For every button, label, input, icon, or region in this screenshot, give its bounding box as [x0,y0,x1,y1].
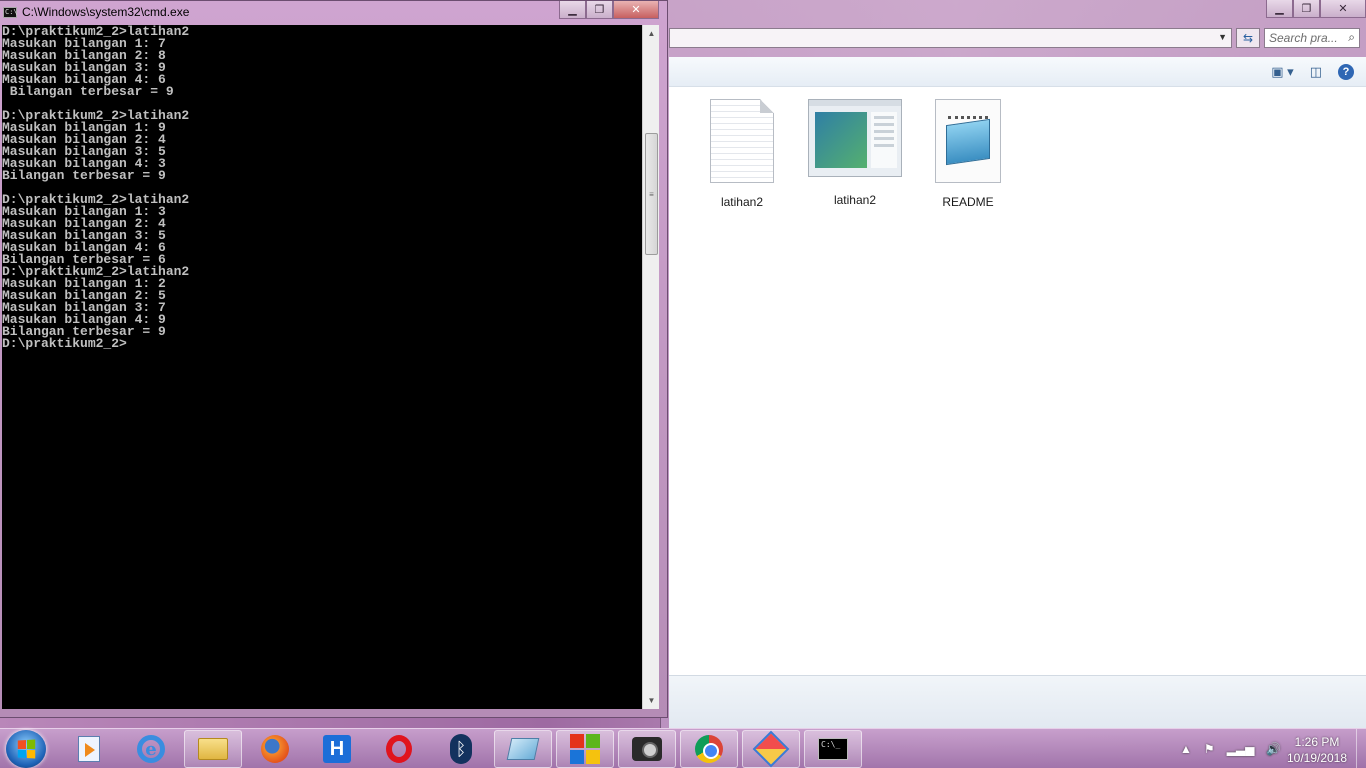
file-item[interactable]: latihan2 [692,99,792,209]
console-scrollbar[interactable]: ▲ ≡ ▼ [642,25,659,709]
search-placeholder: Search pra... [1269,31,1338,45]
internet-explorer-icon: e [137,735,165,763]
cmd-app-icon[interactable]: C:\ [3,7,18,18]
explorer-address-row: ▼ ⇆ Search pra... ⌕ [669,28,1360,48]
scroll-thumb[interactable]: ≡ [645,133,658,255]
search-input[interactable]: Search pra... ⌕ [1264,28,1360,48]
scroll-up-arrow-icon[interactable]: ▲ [643,25,660,42]
show-hidden-icons-icon[interactable]: ▲ [1180,742,1192,756]
show-desktop-button[interactable] [1356,729,1366,768]
diamond-app-icon [752,730,790,768]
application-exe-icon [808,99,902,177]
explorer-toolbar: ▣ ▾ ◫ ? [669,57,1366,87]
close-button[interactable]: ✕ [613,1,659,19]
bluetooth-icon: ᛒ [450,734,472,764]
file-name: latihan2 [833,193,877,207]
windows-media-player-icon [78,736,100,762]
taskbar-firefox[interactable] [246,730,304,768]
clock-date: 10/19/2018 [1286,751,1348,765]
taskbar-chrome[interactable] [680,730,738,768]
taskbar-h-app[interactable]: H [308,730,366,768]
file-list: latihan2 latihan2 README [669,87,1366,675]
file-name: latihan2 [720,195,764,209]
taskbar: e H ᛒ C:\_ ▲ ⚑ ▂▃▅ 🔊 1:26 PM 10/19/2018 [0,728,1366,768]
console-line: Bilangan terbesar = 9 [2,168,166,183]
scroll-down-arrow-icon[interactable]: ▼ [643,692,660,709]
h-app-icon: H [323,735,351,763]
command-prompt-icon: C:\_ [818,738,848,760]
search-icon: ⌕ [1348,30,1355,44]
action-center-flag-icon[interactable]: ⚑ [1204,742,1215,756]
taskbar-opera[interactable] [370,730,428,768]
start-button[interactable] [6,730,46,768]
file-name: README [942,195,994,209]
opera-icon [386,735,412,763]
help-icon[interactable]: ? [1338,63,1354,80]
taskbar-internet-explorer[interactable]: e [122,730,180,768]
minimize-button[interactable]: ▁ [559,1,586,19]
console-line: D:\praktikum2_2> [2,336,127,351]
windows-logo-icon [17,739,36,759]
change-view-button[interactable]: ▣ ▾ [1271,64,1293,80]
windows-explorer-icon [198,738,228,760]
clock[interactable]: 1:26 PM 10/19/2018 [1278,734,1356,766]
cmd-titlebar[interactable]: C:\ C:\Windows\system32\cmd.exe ▁ ❐ ✕ [0,1,667,23]
file-item[interactable]: README [918,99,1018,209]
console-line: Bilangan terbesar = 9 [2,84,174,99]
explorer-caption-buttons: ▁ ❐ ✕ [1266,0,1366,22]
editor-icon [506,738,540,760]
cmd-window: C:\ C:\Windows\system32\cmd.exe ▁ ❐ ✕ D:… [0,0,668,718]
taskbar-windows-explorer[interactable] [184,730,242,768]
refresh-icon: ⇆ [1242,31,1254,45]
taskbar-diamond-app[interactable] [742,730,800,768]
text-document-icon [710,99,774,183]
cmd-caption-buttons: ▁ ❐ ✕ [559,1,659,19]
system-tray: ▲ ⚑ ▂▃▅ 🔊 [1180,729,1281,768]
network-signal-icon[interactable]: ▂▃▅ [1227,742,1255,756]
taskbar-camera-app[interactable] [618,730,676,768]
file-item[interactable]: latihan2 [805,99,905,207]
explorer-window: ▁ ❐ ✕ ▼ ⇆ Search pra... ⌕ ▣ ▾ ◫ ? latiha… [660,0,1366,728]
maximize-button[interactable]: ❐ [586,1,613,19]
explorer-close-button[interactable]: ✕ [1320,0,1366,18]
taskbar-command-prompt[interactable]: C:\_ [804,730,862,768]
window-title: C:\Windows\system32\cmd.exe [22,5,190,19]
details-pane [669,675,1366,728]
taskbar-media-player[interactable] [60,730,118,768]
taskbar-editor[interactable] [494,730,552,768]
camera-app-icon [632,737,662,761]
clock-time: 1:26 PM [1294,735,1340,749]
windows-app-icon [570,734,600,764]
preview-pane-button[interactable]: ◫ [1310,64,1322,80]
chrome-icon [695,735,723,763]
refresh-button[interactable]: ⇆ [1236,28,1260,48]
console-lines: D:\praktikum2_2>latihan2 Masukan bilangan… [2,25,642,350]
notepad-document-icon [935,99,1001,183]
address-dropdown-icon[interactable]: ▼ [1218,32,1227,42]
console-output[interactable]: D:\praktikum2_2>latihan2 Masukan bilangan… [2,25,642,709]
explorer-maximize-button[interactable]: ❐ [1293,0,1320,18]
taskbar-bluetooth[interactable]: ᛒ [432,730,490,768]
taskbar-windows-app[interactable] [556,730,614,768]
firefox-icon [261,735,289,763]
explorer-minimize-button[interactable]: ▁ [1266,0,1293,18]
address-bar[interactable]: ▼ [669,28,1232,48]
